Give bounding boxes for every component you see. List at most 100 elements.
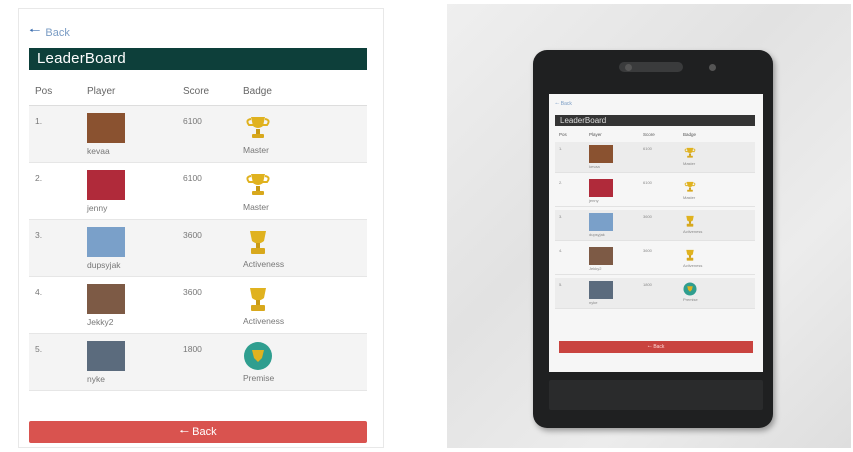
avatar [589,145,613,163]
avatar [589,213,613,231]
table-row: 1. kevaa 6100 Master [29,106,367,163]
phone-row-player-name: dupsyjak [589,232,605,237]
phone-row-badge-name: Activeness [683,263,703,268]
row-badge-name: Master [243,145,269,155]
badge-icon [683,180,697,194]
phone-row-badge-cell: Master [683,176,753,206]
row-pos: 1. [35,116,43,126]
table-row: 4. Jekky2 3600 Activeness [29,277,367,334]
row-score: 3600 [183,287,202,297]
row-player-cell: dupsyjak [87,220,183,276]
phone-row-badge-cell: Premise [683,278,753,308]
avatar [87,170,125,200]
phone-row-player-cell: dupsyjak [589,210,643,240]
row-score: 6100 [183,116,202,126]
phone-row-pos: 1. [559,146,563,151]
table-row: 5. nyke 1800 Premise [29,334,367,391]
top-back-label: Back [45,27,70,39]
trophy-badge-icon [243,170,273,200]
avatar [589,247,613,265]
shield-badge-icon [243,341,273,371]
phone-row-score: 1800 [643,282,652,287]
phone-row-badge-cell: Master [683,142,753,172]
phone-table-row: 1. kevaa 6100 Master [555,142,755,173]
row-player-cell: Jekky2 [87,277,183,333]
phone-bottom-back-label: Back [653,344,665,350]
phone-row-player-cell: jenny [589,176,643,206]
phone-row-player-cell: nyke [589,278,643,308]
table-row: 2. jenny 6100 Master [29,163,367,220]
phone-row-badge-cell: Activeness [683,244,753,274]
header-score: Score [183,85,210,97]
row-badge-name: Premise [243,373,275,383]
trophy-badge-icon [243,113,273,143]
phone-row-pos: 3. [559,214,563,219]
row-badge-name: Master [243,202,269,212]
arrow-left-icon: 🠐 [29,23,41,38]
arrow-left-icon: 🠐 [179,426,190,438]
avatar [589,281,613,299]
phone-header-pos: Pos [559,132,567,137]
avatar [589,179,613,197]
leaderboard-app-screenshot: 🠐 Back LeaderBoard Pos Player Score Badg… [18,8,384,448]
row-player-name: kevaa [87,146,110,156]
phone-table-row: 3. dupsyjak 3600 Activeness [555,210,755,241]
row-badge-name: Activeness [243,259,285,269]
table-header: Pos Player Score Badge [29,77,367,106]
row-score: 6100 [183,173,202,183]
phone-top-back-label: Back [560,101,572,107]
phone-table-row: 2. jenny 6100 Master [555,176,755,207]
row-badge-name: Activeness [243,316,285,326]
phone-row-score: 3600 [643,214,652,219]
badge-icon [683,214,697,228]
phone-row-badge-name: Master [683,195,696,200]
row-badge-cell: Premise [243,334,367,390]
badge-icon [683,248,697,262]
phone-row-score: 3600 [643,248,652,253]
header-player: Player [87,85,116,97]
row-player-cell: kevaa [87,106,183,162]
phone-row-badge-cell: Activeness [683,210,753,240]
row-player-cell: jenny [87,163,183,219]
header-badge: Badge [243,85,272,97]
phone-table-header: Pos Player Score Badge [555,132,755,140]
page-title: LeaderBoard [29,48,367,70]
phone-top-back-link: 🠐 Back [555,101,572,107]
phone-row-player-name: jenny [589,198,599,203]
phone-row-badge-name: Premise [683,297,698,302]
row-pos: 2. [35,173,43,183]
row-pos: 4. [35,287,43,297]
phone-row-player-cell: Jekky2 [589,244,643,274]
phone-table-row: 4. Jekky2 3600 Activeness [555,244,755,275]
phone-header-badge: Badge [683,132,697,137]
phone-table-row: 5. nyke 1800 Premise [555,278,755,309]
row-badge-cell: Master [243,106,367,162]
row-badge-cell: Activeness [243,220,367,276]
phone-row-pos: 5. [559,282,563,287]
avatar [87,341,125,371]
row-badge-cell: Master [243,163,367,219]
avatar [87,113,125,143]
phone-device: 🠐 Back LeaderBoard Pos Player Score Badg… [533,50,773,428]
top-back-link[interactable]: 🠐 Back [29,22,70,44]
row-pos: 3. [35,230,43,240]
row-player-cell: nyke [87,334,183,390]
row-player-name: jenny [87,203,108,213]
avatar [87,284,125,314]
table-row: 3. dupsyjak 3600 Activeness [29,220,367,277]
row-pos: 5. [35,344,43,354]
row-player-name: dupsyjak [87,260,121,270]
phone-row-player-name: nyke [589,300,598,305]
bottom-back-button[interactable]: 🠐 Back [29,421,367,443]
row-player-name: Jekky2 [87,317,114,327]
phone-row-pos: 2. [559,180,563,185]
row-score: 3600 [183,230,202,240]
row-score: 1800 [183,344,202,354]
phone-row-player-name: kevaa [589,164,600,169]
bottom-back-label: Back [192,426,217,438]
phone-photo: 🠐 Back LeaderBoard Pos Player Score Badg… [447,4,851,448]
header-pos: Pos [35,85,53,97]
leaderboard-table: Pos Player Score Badge 1. kevaa 6100 Master… [29,77,367,391]
phone-row-score: 6100 [643,180,652,185]
phone-bottom-bezel [549,380,763,410]
